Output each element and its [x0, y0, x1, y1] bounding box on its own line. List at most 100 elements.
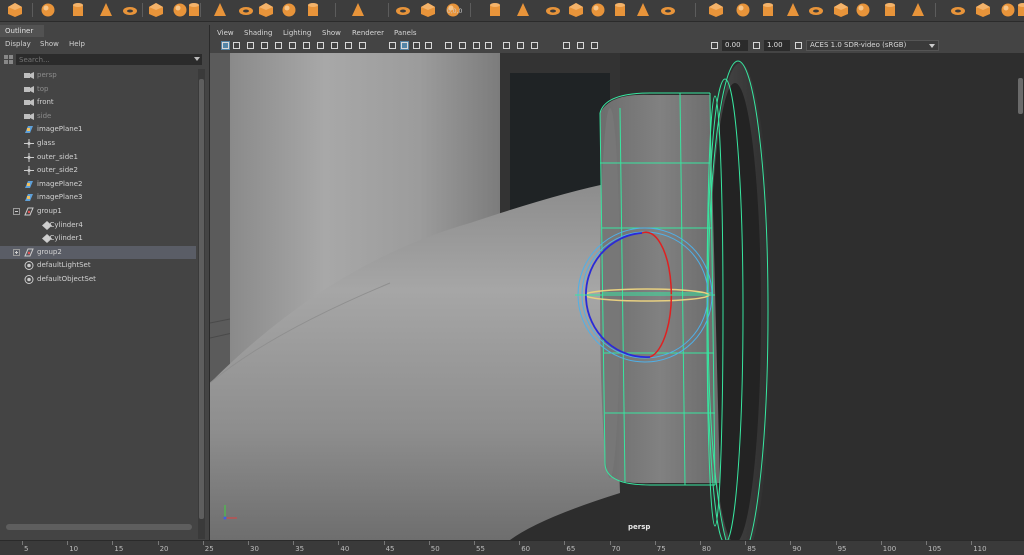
- motion-blur-icon[interactable]: [484, 41, 493, 50]
- menu-renderer[interactable]: Renderer: [352, 27, 384, 39]
- outliner-item-outer-side2[interactable]: outer_side2: [0, 164, 196, 177]
- bevel-icon[interactable]: [612, 2, 628, 18]
- poly-sphere-icon[interactable]: [7, 2, 23, 18]
- multi-cut-icon[interactable]: [708, 2, 724, 18]
- bookmark-icon[interactable]: [246, 41, 255, 50]
- xray-components-icon[interactable]: [590, 41, 599, 50]
- outliner-item-group2[interactable]: group2: [0, 245, 196, 259]
- expand-toggle-icon[interactable]: [13, 248, 20, 256]
- film-gate-icon[interactable]: [288, 41, 297, 50]
- mirror-icon[interactable]: [350, 2, 366, 18]
- search-input[interactable]: [16, 54, 202, 65]
- time-slider[interactable]: 5 10 15 20 25 30 35 40 45 50 55 60 65 70 75 80 85 90 95 100…: [0, 540, 1024, 555]
- depth-of-field-icon[interactable]: [516, 41, 525, 50]
- menu-lighting[interactable]: Lighting: [283, 27, 311, 39]
- poly-torus-icon[interactable]: [122, 2, 138, 18]
- lights-icon[interactable]: [444, 41, 453, 50]
- bridge-icon[interactable]: [568, 2, 584, 18]
- field-chart-icon[interactable]: [330, 41, 339, 50]
- boolean-icon[interactable]: [545, 2, 561, 18]
- separate-icon[interactable]: [487, 2, 503, 18]
- select-camera-icon[interactable]: [221, 41, 230, 50]
- color-manage-icon[interactable]: [794, 41, 803, 50]
- outliner-item-imageplane2[interactable]: imagePlane2: [0, 178, 196, 191]
- safe-title-icon[interactable]: [358, 41, 367, 50]
- sculpt-icon[interactable]: [855, 2, 871, 18]
- super-shape-icon[interactable]: [212, 2, 228, 18]
- shadows-icon[interactable]: [458, 41, 467, 50]
- exposure-field[interactable]: 0.00: [722, 40, 748, 51]
- target-weld-icon[interactable]: [735, 2, 751, 18]
- fill-hole-icon[interactable]: [635, 2, 651, 18]
- outliner-item-pcylinder4[interactable]: pCylinder4: [0, 219, 196, 232]
- outliner-menu-show[interactable]: Show: [40, 39, 59, 50]
- menu-view[interactable]: View: [217, 27, 234, 39]
- poly-cylinder-icon[interactable]: [70, 2, 86, 18]
- textured-icon[interactable]: [424, 41, 433, 50]
- poly-cube-icon[interactable]: [40, 2, 56, 18]
- poly-cone-icon[interactable]: [98, 2, 114, 18]
- resolution-gate-icon[interactable]: [302, 41, 311, 50]
- menu-shading[interactable]: Shading: [244, 27, 272, 39]
- outliner-item-persp[interactable]: persp: [0, 69, 196, 82]
- collapse-icon[interactable]: [760, 2, 776, 18]
- connect-icon[interactable]: [785, 2, 801, 18]
- gamma-field[interactable]: 1.00: [764, 40, 790, 51]
- menu-panels[interactable]: Panels: [394, 27, 417, 39]
- soft-select-icon[interactable]: [882, 2, 898, 18]
- chevron-down-icon[interactable]: [194, 57, 200, 61]
- insert-loop-icon[interactable]: [660, 2, 676, 18]
- sweep-mesh-icon[interactable]: [238, 2, 254, 18]
- outliner-item-outer-side1[interactable]: outer_side1: [0, 151, 196, 164]
- outliner-item-defaultlightset[interactable]: defaultLightSet: [0, 259, 196, 272]
- outliner-item-side[interactable]: side: [0, 110, 196, 123]
- anti-alias-icon[interactable]: [502, 41, 511, 50]
- detach-icon[interactable]: [975, 2, 991, 18]
- gamma-icon[interactable]: [752, 41, 761, 50]
- paint-icon[interactable]: [1015, 2, 1024, 18]
- svg-icon[interactable]: [281, 2, 297, 18]
- grid-icon[interactable]: [274, 41, 283, 50]
- outliner-item-pcylinder1[interactable]: pCylinder1: [0, 232, 196, 245]
- isolate-icon[interactable]: [530, 41, 539, 50]
- quad-draw-icon[interactable]: [808, 2, 824, 18]
- xray-joints-icon[interactable]: [576, 41, 585, 50]
- outliner-menu-display[interactable]: Display: [5, 39, 31, 50]
- 3d-viewport[interactable]: persp: [210, 53, 1024, 540]
- freeze-icon[interactable]: [420, 2, 436, 18]
- default-material-icon[interactable]: [412, 41, 421, 50]
- viewport-scroll-indicator[interactable]: [1018, 78, 1023, 114]
- xray-icon[interactable]: [562, 41, 571, 50]
- wireframe-icon[interactable]: [388, 41, 397, 50]
- smooth-shade-icon[interactable]: [400, 41, 409, 50]
- ambient-occlusion-icon[interactable]: [472, 41, 481, 50]
- outliner-item-group1[interactable]: group1: [0, 205, 196, 218]
- gate-mask-icon[interactable]: [316, 41, 325, 50]
- uv-editor-icon[interactable]: [305, 2, 321, 18]
- safe-action-icon[interactable]: [344, 41, 353, 50]
- type-icon[interactable]: [258, 2, 274, 18]
- outliner-item-front[interactable]: front: [0, 96, 196, 109]
- outliner-horizontal-scrollbar[interactable]: [6, 524, 192, 530]
- camera-attributes-icon[interactable]: [232, 41, 241, 50]
- search-filter-icon[interactable]: [4, 55, 14, 64]
- outliner-item-top[interactable]: top: [0, 83, 196, 96]
- outliner-tab[interactable]: Outliner: [0, 25, 44, 37]
- outliner-item-defaultobjectset[interactable]: defaultObjectSet: [0, 273, 196, 286]
- expand-toggle-icon[interactable]: [13, 208, 20, 215]
- outliner-item-imageplane1[interactable]: imagePlane1: [0, 123, 196, 136]
- crease-icon[interactable]: [910, 2, 926, 18]
- poly-plane-icon[interactable]: [148, 2, 164, 18]
- outliner-menu-help[interactable]: Help: [69, 39, 85, 50]
- exposure-icon[interactable]: [710, 41, 719, 50]
- color-space-dropdown[interactable]: ACES 1.0 SDR-video (sRGB): [806, 40, 939, 51]
- edge-flow-icon[interactable]: [950, 2, 966, 18]
- outliner-item-glass[interactable]: glass: [0, 137, 196, 150]
- scrollbar-thumb[interactable]: [199, 79, 204, 519]
- outliner-item-imageplane3[interactable]: imagePlane3: [0, 191, 196, 204]
- image-plane-toggle-icon[interactable]: [260, 41, 269, 50]
- menu-show[interactable]: Show: [322, 27, 341, 39]
- outliner-vertical-scrollbar[interactable]: [198, 69, 205, 539]
- pipe-icon[interactable]: [833, 2, 849, 18]
- smooth-icon[interactable]: [515, 2, 531, 18]
